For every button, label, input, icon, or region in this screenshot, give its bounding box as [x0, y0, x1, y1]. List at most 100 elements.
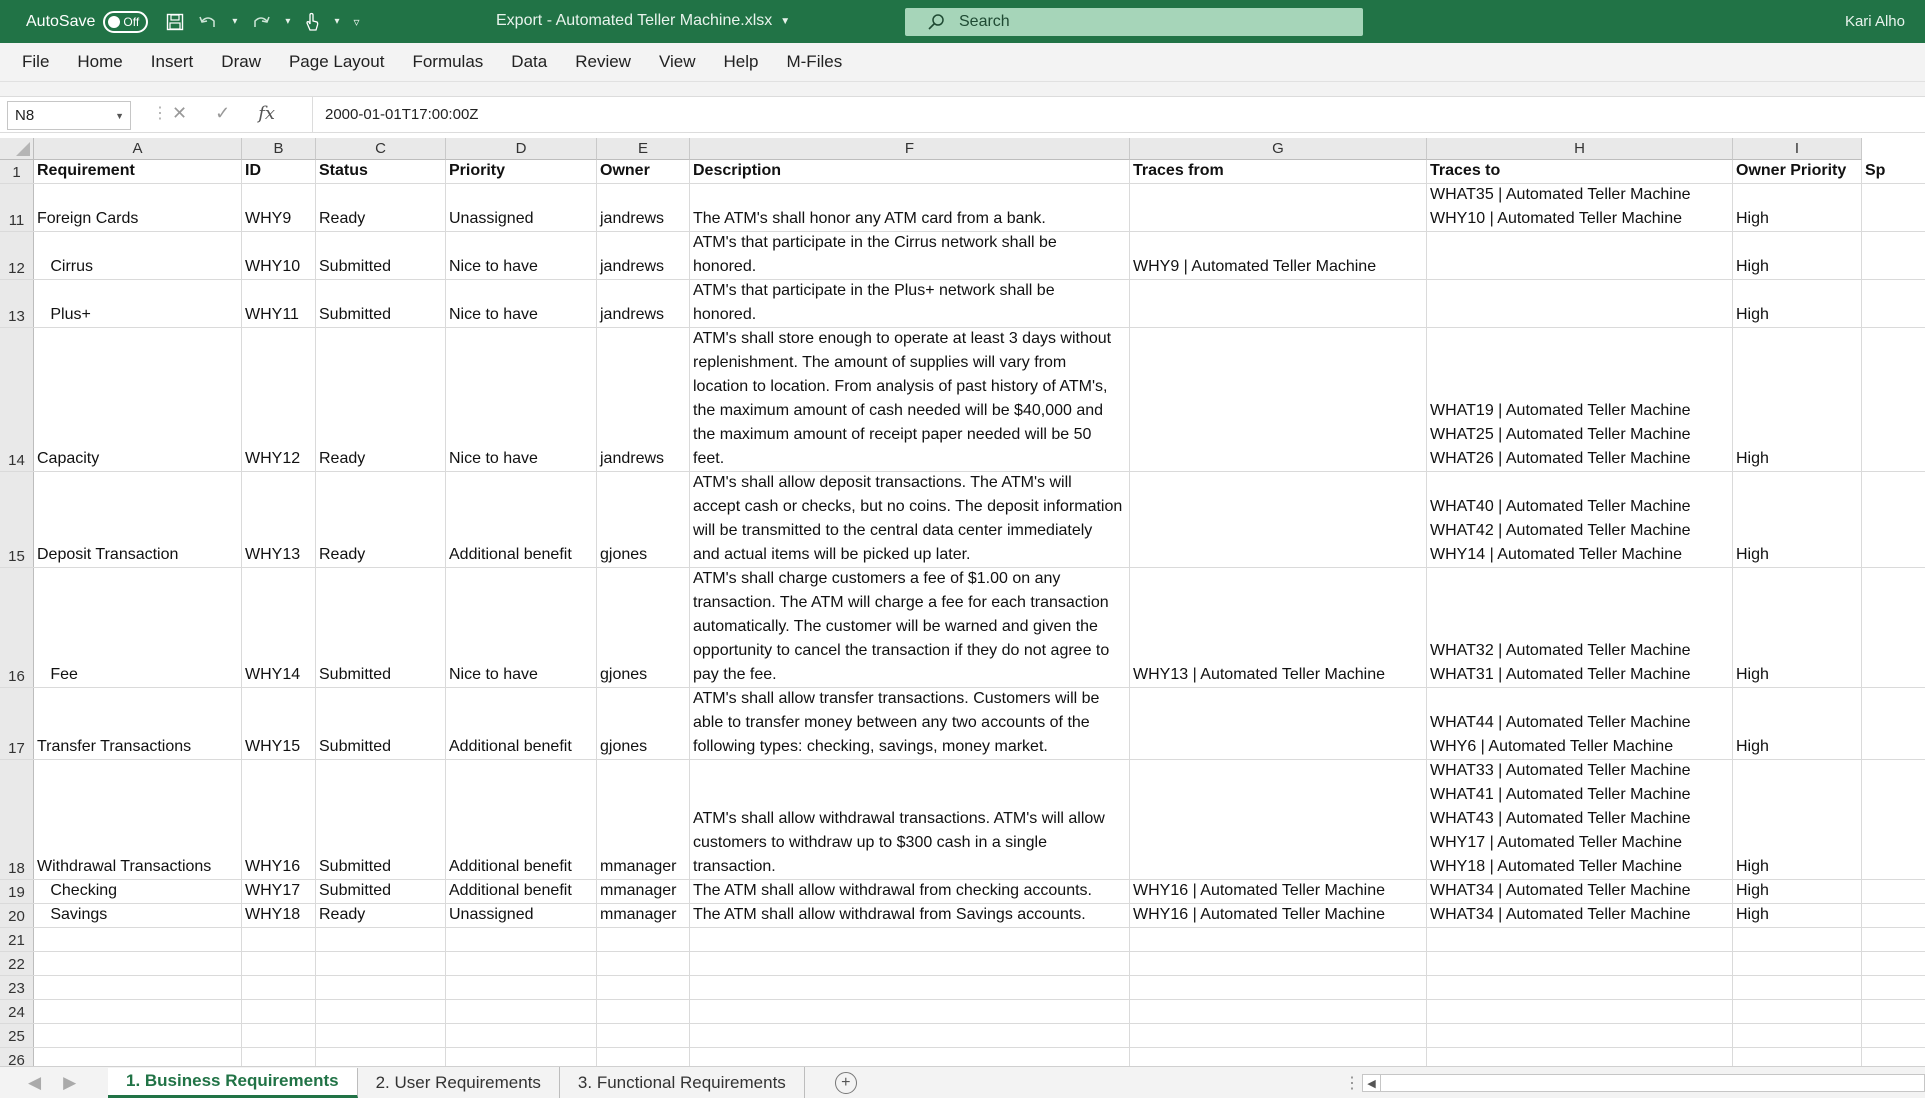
owner-cell[interactable]: mmanager [597, 880, 690, 903]
cell[interactable] [1862, 568, 1925, 687]
cell[interactable] [1733, 1000, 1862, 1023]
traces-from-cell[interactable] [1130, 328, 1427, 471]
priority-cell[interactable]: Additional benefit [446, 880, 597, 903]
cell[interactable] [690, 1000, 1130, 1023]
id-cell[interactable]: WHY10 [242, 232, 316, 279]
cell[interactable] [1862, 1024, 1925, 1047]
cell[interactable] [446, 1024, 597, 1047]
column-header-i[interactable]: I [1733, 138, 1862, 160]
owner-cell[interactable]: gjones [597, 472, 690, 567]
traces-from-cell[interactable]: WHY9 | Automated Teller Machine [1130, 232, 1427, 279]
cell[interactable] [1862, 232, 1925, 279]
menu-view[interactable]: View [645, 52, 710, 72]
cell[interactable] [316, 928, 446, 951]
priority-cell[interactable]: Additional benefit [446, 688, 597, 759]
header-cell[interactable]: Owner Priority [1733, 160, 1862, 183]
column-header-b[interactable]: B [242, 138, 316, 160]
cell[interactable] [34, 976, 242, 999]
owner-priority-cell[interactable]: High [1733, 568, 1862, 687]
traces-from-cell[interactable] [1130, 760, 1427, 879]
autosave-toggle[interactable]: Off [103, 10, 149, 33]
status-cell[interactable]: Ready [316, 184, 446, 231]
cell[interactable] [597, 1024, 690, 1047]
cell[interactable] [1862, 688, 1925, 759]
id-cell[interactable]: WHY16 [242, 760, 316, 879]
status-cell[interactable]: Ready [316, 328, 446, 471]
cell[interactable] [1427, 1024, 1733, 1047]
cell[interactable] [1862, 904, 1925, 927]
row-header[interactable]: 13 [0, 280, 34, 327]
header-cell[interactable]: Status [316, 160, 446, 183]
user-name[interactable]: Kari Alho [1845, 13, 1905, 30]
cell[interactable] [34, 1024, 242, 1047]
description-cell[interactable]: ATM's shall allow withdrawal transaction… [690, 760, 1130, 879]
status-cell[interactable]: Submitted [316, 760, 446, 879]
cell[interactable] [1130, 952, 1427, 975]
prev-sheet-icon[interactable]: ◀ [28, 1073, 41, 1093]
requirement-cell[interactable]: Fee [34, 568, 242, 687]
owner-priority-cell[interactable]: High [1733, 688, 1862, 759]
priority-cell[interactable]: Additional benefit [446, 472, 597, 567]
row-header[interactable]: 15 [0, 472, 34, 567]
cell[interactable] [316, 952, 446, 975]
document-title[interactable]: Export - Automated Teller Machine.xlsx ▼ [496, 12, 790, 30]
cell[interactable] [1862, 760, 1925, 879]
description-cell[interactable]: ATM's shall store enough to operate at l… [690, 328, 1130, 471]
row-header[interactable]: 24 [0, 1000, 34, 1023]
cell[interactable] [1130, 1024, 1427, 1047]
cell[interactable] [34, 952, 242, 975]
column-header-g[interactable]: G [1130, 138, 1427, 160]
cell[interactable] [1733, 952, 1862, 975]
menu-m-files[interactable]: M-Files [772, 52, 856, 72]
status-cell[interactable]: Ready [316, 472, 446, 567]
cell[interactable] [242, 1048, 316, 1066]
cell[interactable] [1862, 1048, 1925, 1066]
row-header[interactable]: 11 [0, 184, 34, 231]
owner-priority-cell[interactable]: High [1733, 280, 1862, 327]
column-header-h[interactable]: H [1427, 138, 1733, 160]
traces-from-cell[interactable]: WHY13 | Automated Teller Machine [1130, 568, 1427, 687]
id-cell[interactable]: WHY17 [242, 880, 316, 903]
cell[interactable] [1862, 952, 1925, 975]
header-cell[interactable]: Description [690, 160, 1130, 183]
description-cell[interactable]: The ATM's shall honor any ATM card from … [690, 184, 1130, 231]
cell[interactable] [1427, 928, 1733, 951]
cell[interactable] [34, 1048, 242, 1066]
requirement-cell[interactable]: Deposit Transaction [34, 472, 242, 567]
owner-cell[interactable]: jandrews [597, 280, 690, 327]
owner-priority-cell[interactable]: High [1733, 184, 1862, 231]
menu-page-layout[interactable]: Page Layout [275, 52, 398, 72]
insert-function-icon[interactable]: fx [258, 103, 275, 124]
priority-cell[interactable]: Nice to have [446, 232, 597, 279]
sheet-tab-functional[interactable]: 3. Functional Requirements [560, 1066, 805, 1098]
row-header[interactable]: 1 [0, 160, 34, 183]
row-header[interactable]: 12 [0, 232, 34, 279]
cell[interactable] [242, 976, 316, 999]
cell[interactable] [1862, 472, 1925, 567]
traces-from-cell[interactable] [1130, 184, 1427, 231]
owner-cell[interactable]: jandrews [597, 232, 690, 279]
traces-to-cell[interactable]: WHAT33 | Automated Teller Machine WHAT41 … [1427, 760, 1733, 879]
traces-from-cell[interactable] [1130, 280, 1427, 327]
traces-from-cell[interactable]: WHY16 | Automated Teller Machine [1130, 880, 1427, 903]
column-header-f[interactable]: F [690, 138, 1130, 160]
description-cell[interactable]: ATM's shall allow deposit transactions. … [690, 472, 1130, 567]
menu-insert[interactable]: Insert [137, 52, 208, 72]
priority-cell[interactable]: Nice to have [446, 280, 597, 327]
id-cell[interactable]: WHY15 [242, 688, 316, 759]
row-header[interactable]: 18 [0, 760, 34, 879]
cell[interactable] [242, 928, 316, 951]
cell[interactable] [1733, 928, 1862, 951]
cell[interactable] [597, 1000, 690, 1023]
owner-cell[interactable]: jandrews [597, 328, 690, 471]
requirement-cell[interactable]: Savings [34, 904, 242, 927]
header-cell[interactable]: Sp [1862, 160, 1925, 183]
menu-formulas[interactable]: Formulas [398, 52, 497, 72]
cell[interactable] [1130, 928, 1427, 951]
traces-to-cell[interactable]: WHAT40 | Automated Teller Machine WHAT42 … [1427, 472, 1733, 567]
formula-bar-grip-icon[interactable]: ⋮ [152, 103, 168, 123]
header-cell[interactable]: Owner [597, 160, 690, 183]
sheet-tab-user[interactable]: 2. User Requirements [358, 1066, 560, 1098]
traces-from-cell[interactable] [1130, 688, 1427, 759]
redo-icon[interactable] [251, 13, 271, 31]
